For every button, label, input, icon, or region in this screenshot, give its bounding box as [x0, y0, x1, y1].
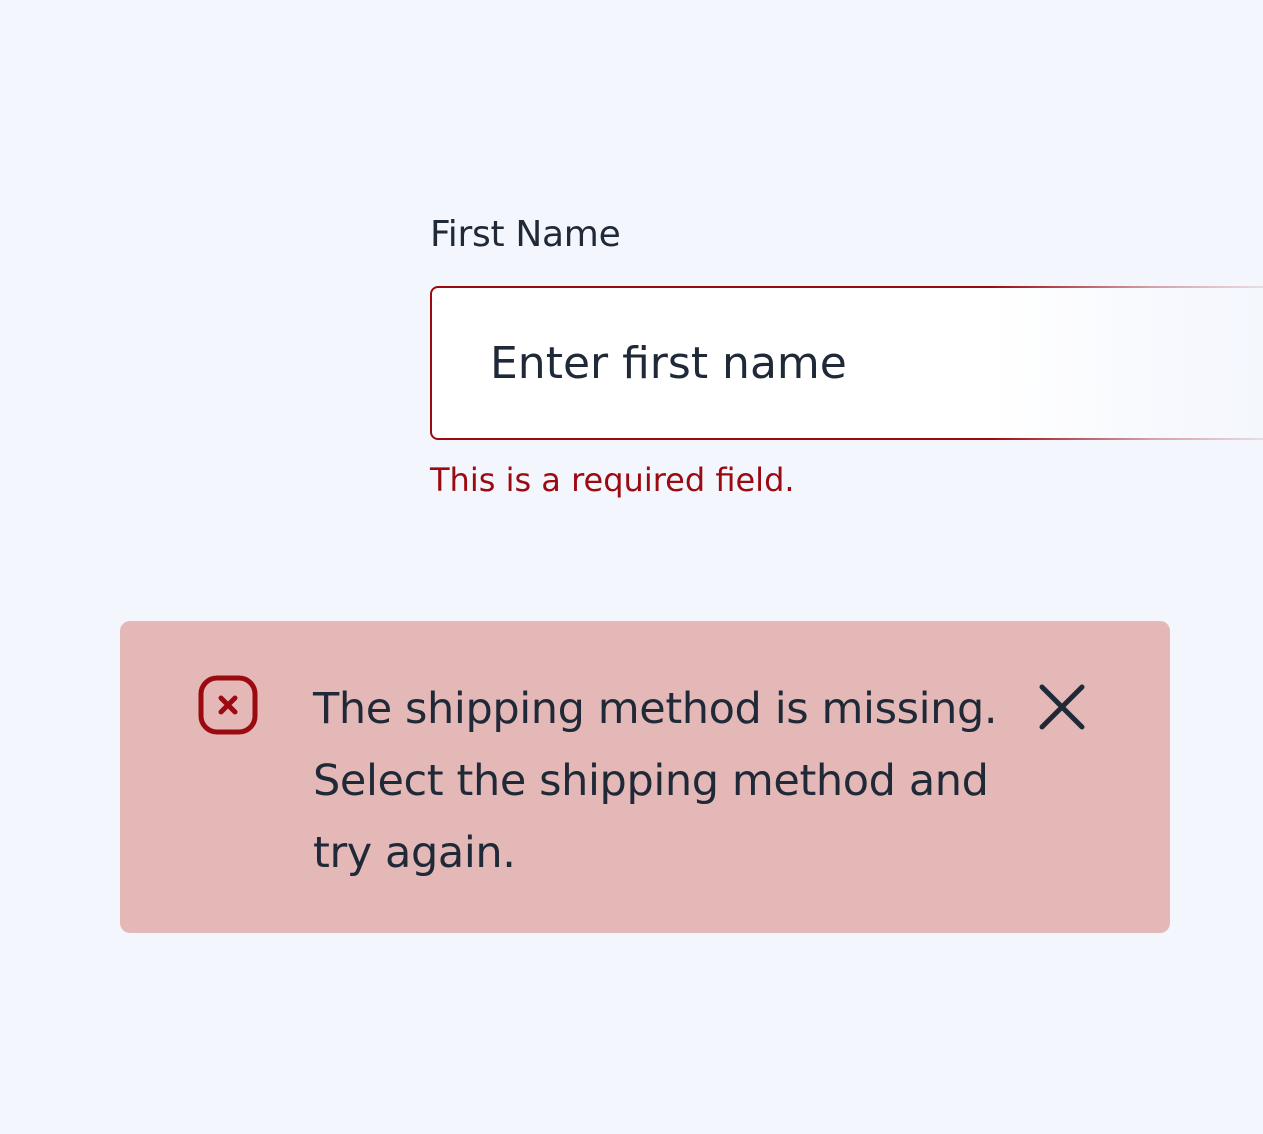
close-alert-button[interactable]: [1034, 679, 1090, 735]
first-name-error-message: This is a required field.: [430, 461, 795, 499]
first-name-field: First Name This is a required field.: [430, 210, 1263, 499]
error-alert: The shipping method is missing. Select t…: [120, 621, 1170, 933]
first-name-input[interactable]: [432, 288, 1263, 438]
alert-message: The shipping method is missing. Select t…: [313, 684, 998, 878]
error-x-icon: [198, 675, 258, 735]
first-name-label: First Name: [430, 214, 621, 255]
first-name-input-wrapper: [430, 286, 1263, 440]
close-icon: [1034, 679, 1090, 735]
